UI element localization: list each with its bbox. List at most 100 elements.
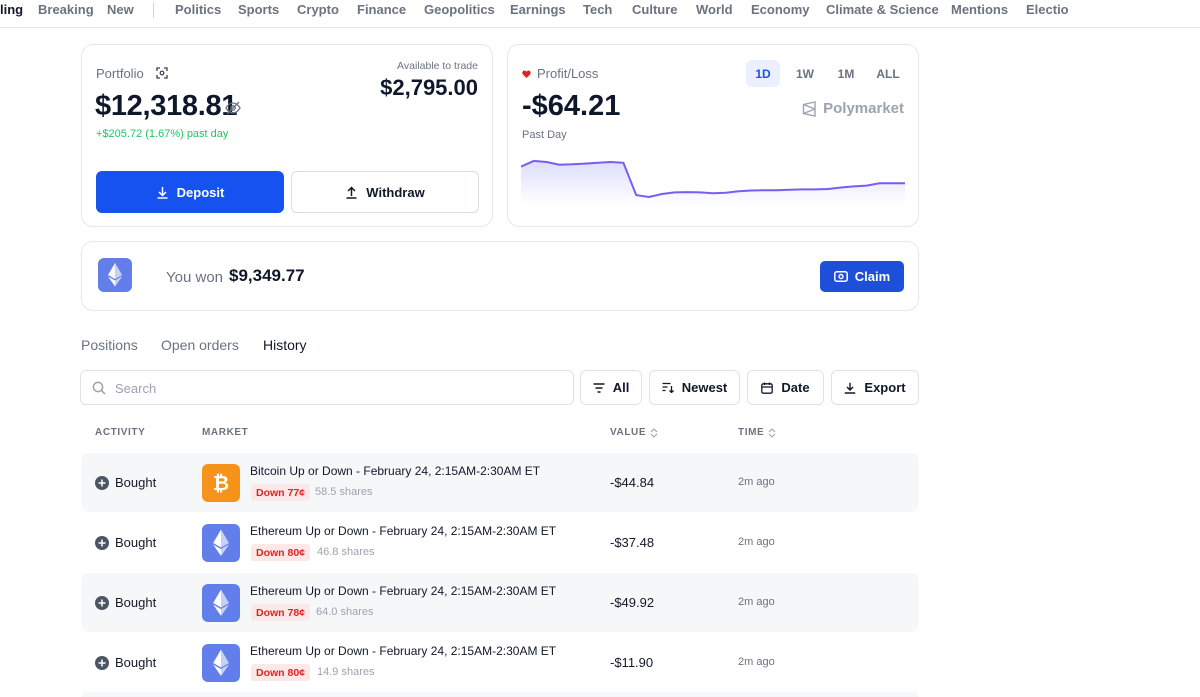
ethereum-icon [98,258,132,292]
trade-value: -$37.48 [610,535,655,550]
filter-all-button[interactable]: All [580,370,642,405]
market-title[interactable]: Ethereum Up or Down - February 24, 2:15A… [250,644,556,658]
table-row[interactable]: Bought Ethereum Up or Down - February 24… [81,513,919,572]
range-1m-button[interactable]: 1M [829,60,863,87]
trade-time: 2m ago [738,476,775,488]
ethereum-icon [202,584,240,622]
sort-toggle-icon [768,427,776,438]
trade-value: -$44.84 [610,475,655,490]
tab-positions[interactable]: Positions [81,337,138,353]
ethereum-icon [202,524,240,562]
category-nav: ling Breaking New Politics Sports Crypto… [0,0,1200,28]
nav-item-economy[interactable]: Economy [751,2,810,17]
nav-item-trending[interactable]: ling [0,2,23,17]
upload-icon [346,185,357,199]
market-title[interactable]: Bitcoin Up or Down - February 24, 2:15AM… [250,464,540,478]
plus-circle-icon [95,536,109,550]
polymarket-logo: Polymarket [802,100,904,117]
activity-label: Bought [115,475,157,490]
nav-item-tech[interactable]: Tech [583,2,612,17]
nav-item-breaking[interactable]: Breaking [38,2,94,17]
plus-circle-icon [95,596,109,610]
claim-button[interactable]: Claim [820,261,904,292]
won-label: You won [166,269,223,286]
portfolio-change: +$205.72 (1.67%) past day [96,128,229,140]
shares-count: 64.0 shares [316,606,374,618]
trade-time: 2m ago [738,596,775,608]
market-title[interactable]: Ethereum Up or Down - February 24, 2:15A… [250,584,556,598]
deposit-label: Deposit [176,184,225,200]
pnl-area [521,160,905,205]
sort-newest-button[interactable]: Newest [649,370,740,405]
calendar-icon [761,382,774,394]
nav-item-politics[interactable]: Politics [175,2,221,17]
download-icon [157,186,168,199]
range-1d-button[interactable]: 1D [746,60,780,87]
nav-item-culture[interactable]: Culture [632,2,678,17]
export-label: Export [864,380,906,395]
withdraw-label: Withdraw [366,184,425,200]
trade-value: -$49.92 [610,595,655,610]
table-row[interactable]: Bought Ethereum Up or Down - February 24… [81,633,919,692]
nav-item-new[interactable]: New [107,2,134,17]
activity-label: Bought [115,655,157,670]
export-button[interactable]: Export [831,370,919,405]
plus-circle-icon [95,476,109,490]
nav-item-crypto[interactable]: Crypto [297,2,339,17]
header-value[interactable]: VALUE [610,427,658,438]
nav-item-finance[interactable]: Finance [357,2,406,17]
tab-open-orders[interactable]: Open orders [161,337,239,353]
search-input[interactable] [115,379,555,397]
tab-history[interactable]: History [263,337,307,353]
shares-count: 14.9 shares [317,666,375,678]
heart-icon [522,70,531,78]
pnl-line-chart [521,159,905,205]
date-filter-button[interactable]: Date [747,370,824,405]
deposit-button[interactable]: Deposit [96,171,284,213]
nav-item-mentions[interactable]: Mentions [951,2,1008,17]
nav-item-climate-science[interactable]: Climate & Science [826,2,939,17]
sort-newest-label: Newest [681,380,728,395]
svg-text:₿: ₿ [213,471,229,495]
outcome-badge: Down 80¢ [251,664,311,681]
scan-icon[interactable] [156,67,168,79]
header-market-label: MARKET [202,427,249,438]
table-row[interactable]: Bought Ethereum Up or Down - February 24… [81,573,919,632]
ethereum-icon [202,644,240,682]
nav-divider [153,3,154,18]
search-icon [92,381,106,395]
nav-item-sports[interactable]: Sports [238,2,279,17]
plus-circle-icon [95,656,109,670]
date-filter-label: Date [781,380,810,395]
nav-item-elections[interactable]: Electio [1026,2,1069,17]
header-activity: ACTIVITY [95,427,145,438]
eye-off-icon[interactable] [225,101,241,115]
trade-time: 2m ago [738,536,775,548]
market-title[interactable]: Ethereum Up or Down - February 24, 2:15A… [250,524,556,538]
table-row[interactable] [81,692,919,697]
range-1w-button[interactable]: 1W [788,60,822,87]
available-label: Available to trade [397,60,478,72]
portfolio-card: Portfolio $12,318.81 +$205.72 (1.67%) pa… [81,44,493,227]
trade-time: 2m ago [738,656,775,668]
activity-label: Bought [115,535,157,550]
winnings-banner: You won $9,349.77 Claim [81,241,919,311]
header-time-label: TIME [738,427,765,438]
outcome-badge: Down 80¢ [251,544,311,561]
shares-count: 58.5 shares [315,486,373,498]
portfolio-value: $12,318.81 [95,90,238,122]
nav-item-world[interactable]: World [696,2,733,17]
nav-item-geopolitics[interactable]: Geopolitics [424,2,495,17]
pnl-value: -$64.21 [522,90,621,122]
ticket-icon [833,271,848,282]
withdraw-button[interactable]: Withdraw [291,171,479,213]
header-value-label: VALUE [610,427,647,438]
table-row[interactable]: Bought ₿ Bitcoin Up or Down - February 2… [81,453,919,512]
pnl-card: Profit/Loss -$64.21 Past Day 1D 1W 1M AL… [507,44,919,227]
activity-label: Bought [115,595,157,610]
shares-count: 46.8 shares [317,546,375,558]
range-all-button[interactable]: ALL [871,60,905,87]
header-time[interactable]: TIME [738,427,776,438]
polymarket-logo-text: Polymarket [823,100,904,117]
nav-item-earnings[interactable]: Earnings [510,2,566,17]
